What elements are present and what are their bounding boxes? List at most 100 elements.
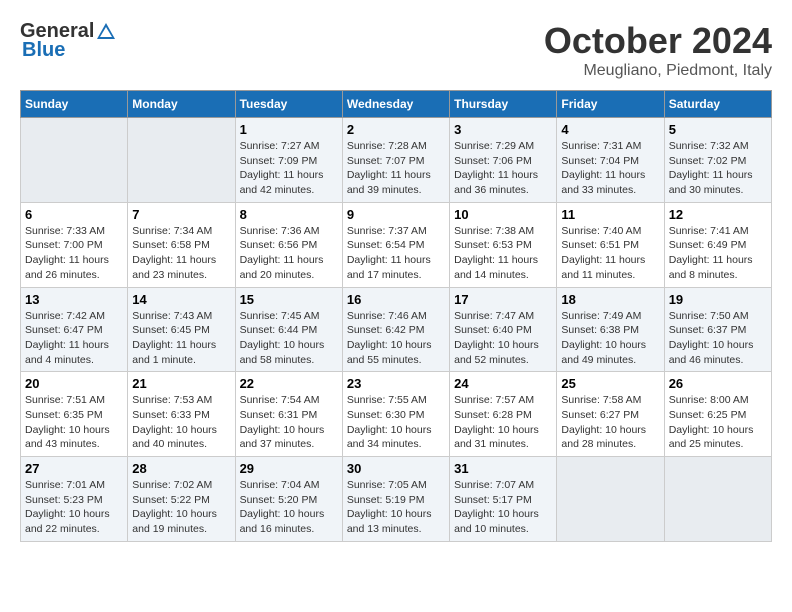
calendar-week-row: 13Sunrise: 7:42 AM Sunset: 6:47 PM Dayli… [21,287,772,372]
weekday-header-tuesday: Tuesday [235,91,342,118]
day-number: 7 [132,207,230,222]
calendar-cell: 18 Sunrise: 7:49 AM Sunset: 6:38 PM Dayli… [557,287,664,372]
weekday-header-saturday: Saturday [664,91,771,118]
day-number: 9 [347,207,445,222]
day-info: Sunrise: 7:46 AM Sunset: 6:42 PM Dayligh… [347,309,445,368]
day-number: 5 [669,122,767,137]
day-number: 11 [561,207,659,222]
weekday-header-friday: Friday [557,91,664,118]
day-info: Sunrise: 7:41 AM Sunset: 6:49 PM Dayligh… [669,224,767,283]
logo: General Blue [20,20,118,62]
day-info: Sunrise: 7:50 AM Sunset: 6:37 PM Dayligh… [669,309,767,368]
logo-blue-text: Blue [22,39,65,62]
day-number: 18 [561,292,659,307]
calendar-cell: 6 Sunrise: 7:33 AM Sunset: 7:00 PM Daylig… [21,202,128,287]
day-info: Sunrise: 7:49 AM Sunset: 6:38 PM Dayligh… [561,309,659,368]
day-number: 25 [561,376,659,391]
day-info: Sunrise: 7:34 AM Sunset: 6:58 PM Dayligh… [132,224,230,283]
day-info: Sunrise: 7:51 AM Sunset: 6:35 PM Dayligh… [25,393,123,452]
day-info: Sunrise: 7:57 AM Sunset: 6:28 PM Dayligh… [454,393,552,452]
calendar-cell: 26 Sunrise: 8:00 AM Sunset: 6:25 PM Dayli… [664,372,771,457]
day-info: Sunrise: 7:37 AM Sunset: 6:54 PM Dayligh… [347,224,445,283]
day-info: Sunrise: 7:02 AM Sunset: 5:22 PM Dayligh… [132,478,230,537]
weekday-header-wednesday: Wednesday [342,91,449,118]
day-number: 31 [454,461,552,476]
calendar-cell: 9 Sunrise: 7:37 AM Sunset: 6:54 PM Daylig… [342,202,449,287]
day-number: 17 [454,292,552,307]
calendar-week-row: 27 Sunrise: 7:01 AM Sunset: 5:23 PM Dayli… [21,457,772,542]
day-number: 13 [25,292,123,307]
day-number: 21 [132,376,230,391]
day-info: Sunrise: 7:07 AM Sunset: 5:17 PM Dayligh… [454,478,552,537]
calendar-cell: 14Sunrise: 7:43 AM Sunset: 6:45 PM Dayli… [128,287,235,372]
day-info: Sunrise: 7:33 AM Sunset: 7:00 PM Dayligh… [25,224,123,283]
day-number: 28 [132,461,230,476]
calendar-week-row: 1Sunrise: 7:27 AM Sunset: 7:09 PM Daylig… [21,118,772,203]
calendar-cell: 2 Sunrise: 7:28 AM Sunset: 7:07 PM Daylig… [342,118,449,203]
day-number: 19 [669,292,767,307]
day-info: Sunrise: 7:40 AM Sunset: 6:51 PM Dayligh… [561,224,659,283]
day-info: Sunrise: 7:36 AM Sunset: 6:56 PM Dayligh… [240,224,338,283]
day-number: 27 [25,461,123,476]
weekday-header-row: SundayMondayTuesdayWednesdayThursdayFrid… [21,91,772,118]
calendar-cell: 15Sunrise: 7:45 AM Sunset: 6:44 PM Dayli… [235,287,342,372]
day-info: Sunrise: 8:00 AM Sunset: 6:25 PM Dayligh… [669,393,767,452]
day-info: Sunrise: 7:53 AM Sunset: 6:33 PM Dayligh… [132,393,230,452]
calendar-cell: 19 Sunrise: 7:50 AM Sunset: 6:37 PM Dayli… [664,287,771,372]
day-number: 6 [25,207,123,222]
day-info: Sunrise: 7:32 AM Sunset: 7:02 PM Dayligh… [669,139,767,198]
calendar-table: SundayMondayTuesdayWednesdayThursdayFrid… [20,90,772,542]
calendar-cell: 22Sunrise: 7:54 AM Sunset: 6:31 PM Dayli… [235,372,342,457]
day-number: 26 [669,376,767,391]
day-number: 16 [347,292,445,307]
weekday-header-monday: Monday [128,91,235,118]
day-number: 15 [240,292,338,307]
calendar-cell [664,457,771,542]
calendar-cell: 3 Sunrise: 7:29 AM Sunset: 7:06 PM Daylig… [450,118,557,203]
day-info: Sunrise: 7:38 AM Sunset: 6:53 PM Dayligh… [454,224,552,283]
day-number: 22 [240,376,338,391]
day-number: 12 [669,207,767,222]
day-info: Sunrise: 7:31 AM Sunset: 7:04 PM Dayligh… [561,139,659,198]
calendar-cell: 5 Sunrise: 7:32 AM Sunset: 7:02 PM Daylig… [664,118,771,203]
calendar-cell: 23 Sunrise: 7:55 AM Sunset: 6:30 PM Dayli… [342,372,449,457]
calendar-week-row: 6 Sunrise: 7:33 AM Sunset: 7:00 PM Daylig… [21,202,772,287]
day-info: Sunrise: 7:05 AM Sunset: 5:19 PM Dayligh… [347,478,445,537]
weekday-header-thursday: Thursday [450,91,557,118]
calendar-cell [21,118,128,203]
calendar-cell: 16 Sunrise: 7:46 AM Sunset: 6:42 PM Dayli… [342,287,449,372]
day-number: 4 [561,122,659,137]
day-number: 29 [240,461,338,476]
calendar-cell: 17Sunrise: 7:47 AM Sunset: 6:40 PM Dayli… [450,287,557,372]
calendar-cell: 25 Sunrise: 7:58 AM Sunset: 6:27 PM Dayli… [557,372,664,457]
day-info: Sunrise: 7:58 AM Sunset: 6:27 PM Dayligh… [561,393,659,452]
day-number: 1 [240,122,338,137]
day-number: 30 [347,461,445,476]
calendar-cell [557,457,664,542]
calendar-cell [128,118,235,203]
calendar-cell: 30 Sunrise: 7:05 AM Sunset: 5:19 PM Dayli… [342,457,449,542]
calendar-cell: 20 Sunrise: 7:51 AM Sunset: 6:35 PM Dayli… [21,372,128,457]
calendar-cell: 10 Sunrise: 7:38 AM Sunset: 6:53 PM Dayli… [450,202,557,287]
calendar-cell: 21 Sunrise: 7:53 AM Sunset: 6:33 PM Dayli… [128,372,235,457]
calendar-cell: 27 Sunrise: 7:01 AM Sunset: 5:23 PM Dayli… [21,457,128,542]
location-subtitle: Meugliano, Piedmont, Italy [544,62,772,80]
day-info: Sunrise: 7:29 AM Sunset: 7:06 PM Dayligh… [454,139,552,198]
calendar-cell: 12 Sunrise: 7:41 AM Sunset: 6:49 PM Dayli… [664,202,771,287]
day-number: 3 [454,122,552,137]
calendar-cell: 28 Sunrise: 7:02 AM Sunset: 5:22 PM Dayli… [128,457,235,542]
day-info: Sunrise: 7:43 AM Sunset: 6:45 PM Dayligh… [132,309,230,368]
calendar-cell: 11 Sunrise: 7:40 AM Sunset: 6:51 PM Dayli… [557,202,664,287]
calendar-cell: 29Sunrise: 7:04 AM Sunset: 5:20 PM Dayli… [235,457,342,542]
day-number: 2 [347,122,445,137]
day-number: 23 [347,376,445,391]
calendar-cell: 7 Sunrise: 7:34 AM Sunset: 6:58 PM Daylig… [128,202,235,287]
title-section: October 2024 Meugliano, Piedmont, Italy [544,20,772,80]
day-info: Sunrise: 7:28 AM Sunset: 7:07 PM Dayligh… [347,139,445,198]
logo-icon [95,21,117,43]
day-number: 8 [240,207,338,222]
day-number: 10 [454,207,552,222]
day-info: Sunrise: 7:01 AM Sunset: 5:23 PM Dayligh… [25,478,123,537]
day-number: 20 [25,376,123,391]
day-info: Sunrise: 7:55 AM Sunset: 6:30 PM Dayligh… [347,393,445,452]
